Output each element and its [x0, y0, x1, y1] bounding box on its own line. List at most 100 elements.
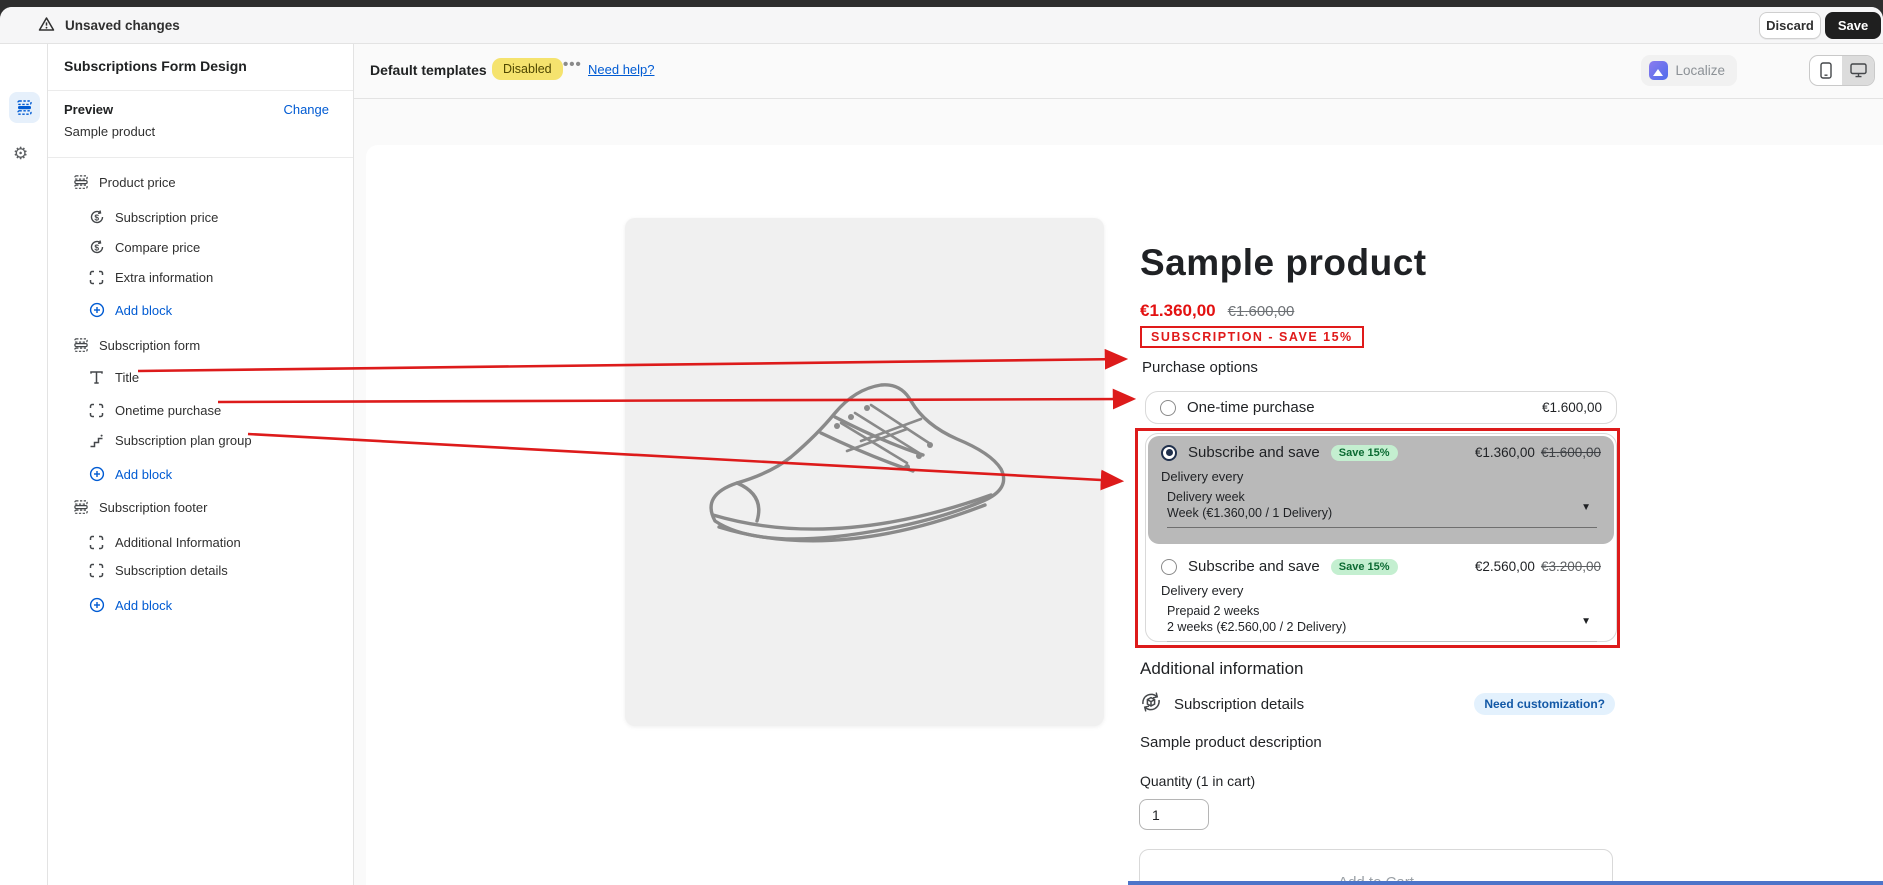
add-block-label: Add block [115, 303, 172, 318]
unsaved-changes-bar: Unsaved changes Discard Save [0, 7, 1883, 44]
need-customization-link[interactable]: Need customization? [1474, 693, 1615, 715]
warning-icon [38, 16, 55, 35]
form-design-nav-icon[interactable] [9, 92, 40, 123]
save-button[interactable]: Save [1825, 12, 1881, 39]
delivery-select[interactable]: Delivery week Week (€1.360,00 / 1 Delive… [1167, 490, 1597, 528]
more-menu-button[interactable]: ••• [563, 56, 582, 73]
add-block-button[interactable]: Add block [88, 461, 172, 487]
add-block-label: Add block [115, 467, 172, 482]
unsaved-changes-indicator: Unsaved changes [38, 16, 180, 35]
tree-item-extra-information[interactable]: Extra information [88, 264, 213, 290]
unsaved-changes-label: Unsaved changes [65, 18, 180, 33]
product-title: Sample product [1140, 242, 1427, 284]
bottom-blue-strip [1128, 881, 1883, 885]
radio-unchecked-icon[interactable] [1161, 559, 1177, 575]
select-option-name: Prepaid 2 weeks [1167, 604, 1597, 620]
tree-item-subscription-plan-group[interactable]: Subscription plan group [88, 427, 252, 453]
tree-label: Subscription footer [99, 500, 207, 515]
add-block-label: Add block [115, 598, 172, 613]
plus-circle-icon [88, 597, 105, 614]
main-area: Default templates Disabled ••• Need help… [354, 44, 1883, 885]
plan-price: €1.360,00€1.600,00 [1475, 445, 1601, 460]
plus-circle-icon [88, 466, 105, 483]
radio-unchecked-icon[interactable] [1160, 400, 1176, 416]
product-price-row: €1.360,00€1.600,00 [1140, 301, 1294, 321]
subscription-save-badge: SUBSCRIPTION - SAVE 15% [1140, 326, 1364, 348]
need-help-link[interactable]: Need help? [588, 62, 655, 77]
tree-label: Subscription plan group [115, 433, 252, 448]
tree-label: Extra information [115, 270, 213, 285]
blocks-panel: Subscriptions Form Design Preview Change… [48, 44, 354, 885]
subscription-plan-option[interactable]: Subscribe and save Save 15% €2.560,00€3.… [1148, 550, 1614, 642]
tree-item-additional-information[interactable]: Additional Information [88, 529, 241, 555]
brackets-icon [88, 534, 105, 551]
purchase-options-label: Purchase options [1142, 359, 1258, 376]
subscription-plan-group: Subscribe and save Save 15% €1.360,00€1.… [1145, 433, 1617, 642]
refresh-dollar-icon: $ [88, 209, 105, 226]
quantity-label: Quantity (1 in cart) [1140, 773, 1255, 789]
tree-label: Compare price [115, 240, 200, 255]
product-description: Sample product description [1140, 734, 1322, 751]
add-block-button[interactable]: Add block [88, 592, 172, 618]
tree-label: Additional Information [115, 535, 241, 550]
radio-checked-icon[interactable] [1161, 445, 1177, 461]
template-header: Default templates Disabled ••• Need help… [354, 44, 1883, 99]
change-preview-link[interactable]: Change [283, 102, 329, 117]
select-option-name: Delivery week [1167, 490, 1597, 506]
subscription-plan-selected[interactable]: Subscribe and save Save 15% €1.360,00€1.… [1148, 436, 1614, 544]
svg-text:$: $ [94, 242, 99, 252]
discard-button[interactable]: Discard [1759, 12, 1821, 39]
sneaker-sketch [685, 323, 1045, 623]
localize-icon [1649, 61, 1668, 80]
tree-item-compare-price[interactable]: $ Compare price [88, 234, 200, 260]
settings-gear-icon[interactable]: ⚙ [13, 144, 28, 164]
brackets-icon [88, 269, 105, 286]
status-badge: Disabled [492, 58, 563, 80]
tree-label: Product price [99, 175, 176, 190]
preview-label: Preview [64, 102, 113, 117]
delivery-every-label: Delivery every [1161, 583, 1601, 598]
chevron-down-icon: ▼ [1581, 502, 1591, 513]
tree-section-subscription-form[interactable]: Subscription form [72, 332, 200, 358]
tree-item-subscription-details[interactable]: Subscription details [88, 557, 228, 583]
tree-section-product-price[interactable]: Product price [72, 169, 176, 195]
plan-compare-price: €3.200,00 [1541, 559, 1601, 574]
compare-price: €1.600,00 [1228, 303, 1295, 320]
tree-item-title[interactable]: Title [88, 364, 139, 390]
tree-label: Title [115, 370, 139, 385]
select-option-detail: Week (€1.360,00 / 1 Delivery) [1167, 506, 1597, 522]
subscription-cycle-icon [1138, 689, 1164, 720]
plan-label: Subscribe and save [1188, 444, 1320, 461]
localize-button[interactable]: Localize [1641, 55, 1737, 86]
brackets-icon [88, 562, 105, 579]
steps-icon [88, 432, 105, 449]
delivery-select[interactable]: Prepaid 2 weeks 2 weeks (€2.560,00 / 2 D… [1167, 604, 1597, 642]
section-icon [72, 499, 89, 516]
onetime-purchase-option[interactable]: One-time purchase €1.600,00 [1145, 391, 1617, 424]
save-pill: Save 15% [1331, 445, 1398, 461]
app-window: Unsaved changes Discard Save ⚙ Subscript… [0, 0, 1883, 885]
add-block-button[interactable]: Add block [88, 297, 172, 323]
desktop-view-button[interactable] [1842, 56, 1874, 85]
brackets-icon [88, 402, 105, 419]
tree-section-subscription-footer[interactable]: Subscription footer [72, 494, 207, 520]
refresh-dollar-icon: $ [88, 239, 105, 256]
section-icon [72, 174, 89, 191]
storefront-preview: Sample product €1.360,00€1.600,00 SUBSCR… [366, 145, 1883, 885]
svg-text:$: $ [94, 212, 99, 222]
select-option-detail: 2 weeks (€2.560,00 / 2 Delivery) [1167, 620, 1597, 636]
plus-circle-icon [88, 302, 105, 319]
subscription-details-label: Subscription details [1174, 696, 1304, 713]
add-to-cart-button[interactable]: Add to Cart [1139, 849, 1613, 885]
panel-title: Subscriptions Form Design [64, 58, 247, 74]
mobile-view-button[interactable] [1810, 56, 1842, 85]
tree-item-onetime-purchase[interactable]: Onetime purchase [88, 397, 221, 423]
product-image-card [625, 218, 1104, 726]
tree-item-subscription-price[interactable]: $ Subscription price [88, 204, 218, 230]
left-icon-rail: ⚙ [0, 44, 48, 885]
onetime-price: €1.600,00 [1542, 400, 1602, 415]
tree-label: Subscription form [99, 338, 200, 353]
quantity-input[interactable] [1139, 799, 1209, 830]
save-pill: Save 15% [1331, 559, 1398, 575]
plan-price: €2.560,00€3.200,00 [1475, 559, 1601, 574]
